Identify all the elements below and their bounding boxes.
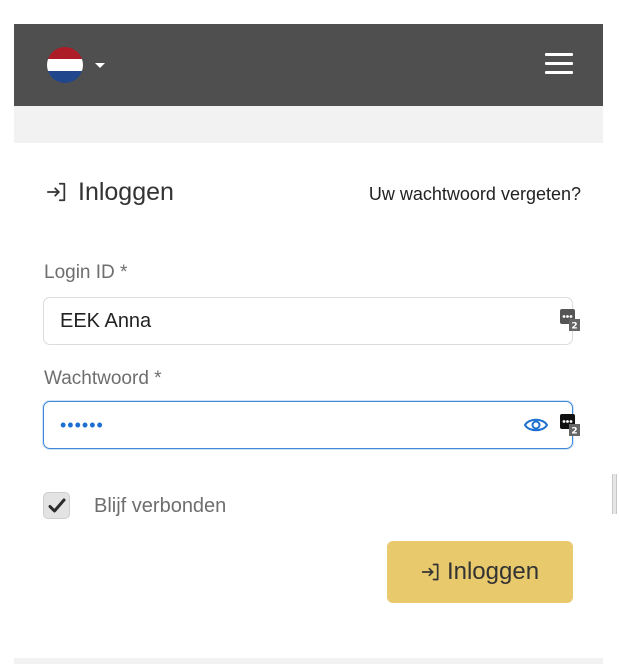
password-label: Wachtwoord * [44,368,162,389]
eye-icon[interactable] [524,415,548,435]
password-manager-badge: 2 [571,322,577,332]
scrollbar-handle[interactable] [612,474,617,514]
netherlands-flag-icon [47,47,83,83]
forgot-password-link[interactable]: Uw wachtwoord vergeten? [369,182,581,206]
password-field: 2 [43,401,580,449]
checkmark-icon [48,498,66,513]
card-header: Inloggen Uw wachtwoord vergeten? [46,173,581,213]
login-id-field: 2 [43,297,580,345]
login-button-label: Inloggen [446,558,540,585]
remember-me-checkbox[interactable] [43,492,70,519]
password-manager-icon[interactable]: 2 [560,309,580,331]
page-frame: Inloggen Uw wachtwoord vergeten? Login I… [14,24,603,664]
login-id-label: Login ID * [44,262,128,283]
language-selector[interactable] [47,46,105,84]
login-id-input[interactable] [60,298,515,344]
card-title-group: Inloggen [46,177,174,207]
password-input[interactable] [60,402,515,448]
sign-in-icon [46,182,66,202]
top-navbar [14,24,603,106]
caret-down-icon [95,62,105,68]
sign-in-icon [421,563,439,581]
remember-me[interactable]: Blijf verbonden [43,492,226,519]
hamburger-icon[interactable] [545,53,573,75]
card-title: Inloggen [78,178,174,206]
password-manager-icon[interactable]: 2 [560,414,580,436]
remember-me-label: Blijf verbonden [94,494,227,517]
password-manager-badge: 2 [571,427,577,437]
login-card: Inloggen Uw wachtwoord vergeten? Login I… [14,143,603,658]
login-button[interactable]: Inloggen [387,541,573,603]
